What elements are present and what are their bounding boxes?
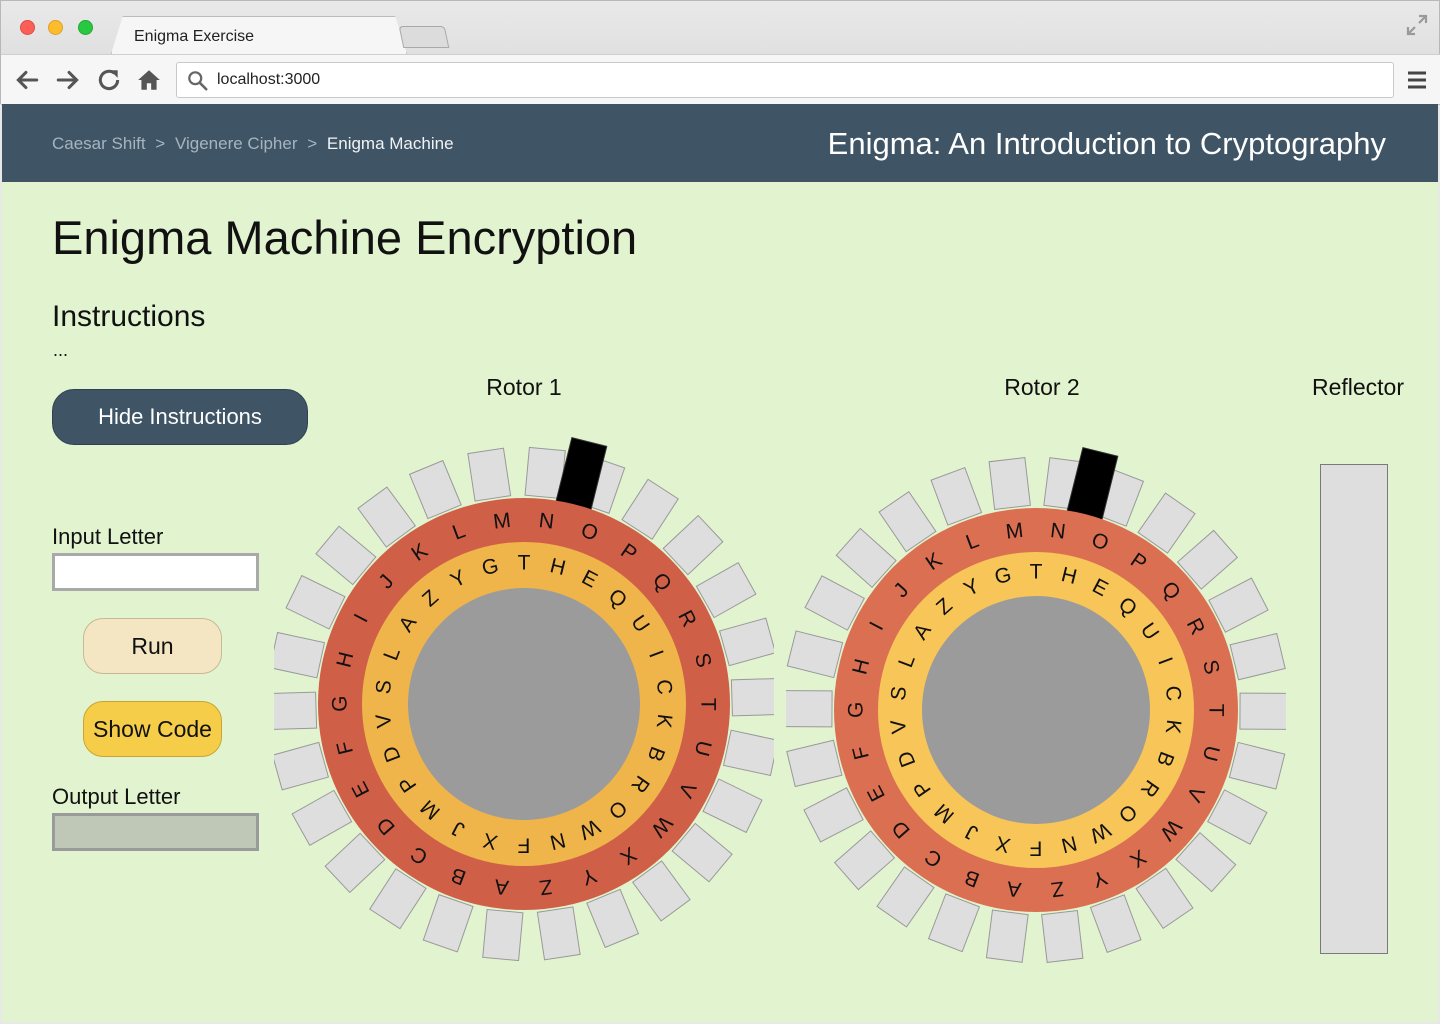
- inner-letter: S: [887, 685, 912, 702]
- browser-chrome: Enigma Exercise: [0, 0, 1440, 105]
- reflector-label: Reflector: [1311, 374, 1405, 400]
- rotor-tooth: [1228, 741, 1286, 790]
- rotor-tooth: [985, 909, 1029, 963]
- outer-letter: N: [537, 509, 555, 534]
- rotor-1[interactable]: ABCDEFGHIJKL M N OPQRSTUVWXYZT H EQUICKBROWNF…: [274, 424, 774, 964]
- rotor-tooth: [274, 741, 330, 791]
- rotor-2-label: Rotor 2: [1004, 374, 1080, 400]
- site-header: Caesar Shift > Vigenere Cipher > Enigma …: [2, 104, 1438, 182]
- inner-letter: K: [652, 713, 677, 730]
- search-icon: [188, 71, 208, 91]
- breadcrumb-vigenere-cipher[interactable]: Vigenere Cipher: [175, 134, 298, 153]
- rotor-tooth: [786, 630, 844, 679]
- outer-letter: M: [492, 509, 512, 534]
- rotor-tooth: [730, 677, 774, 717]
- hamburger-menu-icon[interactable]: [1405, 68, 1429, 92]
- breadcrumb: Caesar Shift > Vigenere Cipher > Enigma …: [52, 134, 454, 154]
- breadcrumb-separator: >: [307, 134, 318, 153]
- rotor-tooth: [1239, 692, 1286, 730]
- instructions-text: ...: [53, 340, 69, 360]
- rotor-tooth: [482, 908, 524, 962]
- inner-letter: F: [1030, 837, 1043, 860]
- outer-letter: A: [1006, 876, 1023, 901]
- input-letter-field[interactable]: [52, 553, 259, 591]
- inner-letter: T: [518, 552, 531, 575]
- breadcrumb-enigma-machine: Enigma Machine: [326, 134, 454, 153]
- rotor-tooth: [1229, 632, 1286, 681]
- new-tab-button[interactable]: [398, 26, 450, 48]
- rotor-tooth: [408, 459, 462, 520]
- inner-letter: S: [372, 679, 397, 696]
- inner-letter: V: [372, 713, 397, 730]
- instructions-heading: Instructions: [52, 300, 206, 333]
- rotor-1-label: Rotor 1: [486, 374, 562, 400]
- inner-letter: C: [652, 678, 677, 696]
- rotor-tooth: [988, 457, 1031, 510]
- address-bar[interactable]: [176, 62, 1394, 98]
- output-letter-label: Output Letter: [52, 784, 181, 809]
- minimize-window-button[interactable]: [48, 20, 63, 35]
- outer-letter: G: [328, 696, 351, 712]
- inner-letter: T: [1030, 561, 1043, 584]
- rotor-hub: [408, 588, 640, 820]
- outer-letter: M: [1004, 519, 1024, 544]
- rotor-tooth: [274, 691, 318, 731]
- run-button[interactable]: Run: [83, 618, 222, 674]
- rotor-tooth: [1041, 910, 1084, 963]
- show-code-button[interactable]: Show Code: [83, 701, 222, 757]
- forward-arrow-icon[interactable]: [55, 67, 81, 93]
- input-letter-label: Input Letter: [52, 524, 164, 549]
- outer-letter: A: [493, 874, 510, 899]
- rotor-tooth: [536, 906, 581, 961]
- rotor-tooth: [927, 893, 981, 953]
- rotor-tooth: [930, 466, 983, 526]
- outer-letter: G: [844, 702, 867, 718]
- reload-icon[interactable]: [96, 67, 122, 93]
- home-icon[interactable]: [136, 67, 162, 93]
- rotor-tooth: [718, 617, 774, 667]
- fullscreen-icon[interactable]: [1405, 13, 1429, 37]
- site-title: Enigma: An Introduction to Cryptography: [827, 126, 1386, 161]
- outer-letter: T: [1204, 704, 1227, 717]
- inner-letter: C: [1161, 684, 1186, 702]
- outer-letter: N: [1049, 519, 1067, 544]
- output-letter-field: [52, 813, 259, 851]
- url-input[interactable]: [217, 63, 1377, 97]
- page-content: Caesar Shift > Vigenere Cipher > Enigma …: [2, 104, 1438, 1022]
- rotor-tooth: [786, 690, 833, 728]
- rotor-hub: [922, 596, 1150, 824]
- rotor-tooth: [586, 888, 640, 949]
- close-window-button[interactable]: [20, 20, 35, 35]
- browser-tab-title: Enigma Exercise: [134, 28, 255, 45]
- breadcrumb-caesar-shift[interactable]: Caesar Shift: [52, 134, 146, 153]
- zoom-window-button[interactable]: [78, 20, 93, 35]
- rotor-tooth: [467, 447, 512, 502]
- rotor-tooth: [1089, 894, 1142, 954]
- outer-letter: T: [696, 698, 719, 711]
- rotor-tooth: [422, 894, 474, 953]
- page-title: Enigma Machine Encryption: [52, 211, 638, 264]
- reflector[interactable]: [1320, 464, 1388, 954]
- rotor-tooth: [786, 739, 843, 788]
- hide-instructions-button[interactable]: Hide Instructions: [52, 389, 308, 445]
- rotor-2[interactable]: ABCDEFGHIJKL M N OPQRSTUVWXYZT H EQUICKBROWNF…: [786, 430, 1286, 970]
- rotor-tooth: [274, 631, 326, 679]
- back-arrow-icon[interactable]: [14, 67, 40, 93]
- inner-letter: V: [887, 718, 912, 735]
- inner-letter: K: [1161, 718, 1186, 735]
- browser-toolbar: [1, 54, 1440, 105]
- breadcrumb-separator: >: [155, 134, 166, 153]
- rotor-tooth: [722, 729, 774, 777]
- inner-letter: F: [518, 834, 531, 857]
